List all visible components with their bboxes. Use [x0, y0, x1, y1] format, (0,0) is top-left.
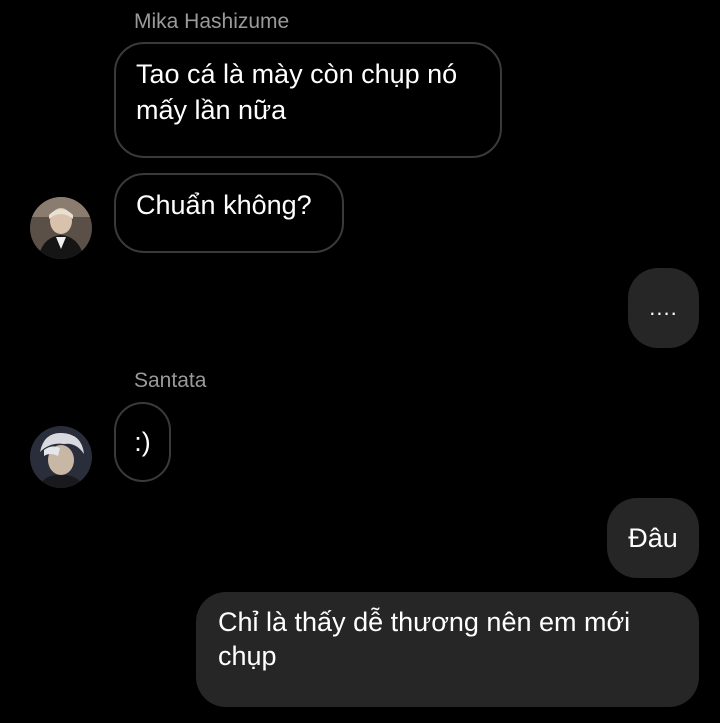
message-bubble-incoming[interactable]: :) [114, 402, 171, 482]
sender-name: Mika Hashizume [134, 10, 290, 33]
message-bubble-outgoing[interactable]: Đâu [607, 498, 699, 578]
message-text: Chỉ là thấy dễ thương nên em mới chụp [218, 607, 631, 671]
message-text: Tao cá là mày còn chụp nó mấy lần nữa [136, 59, 458, 125]
message-text: Đâu [628, 523, 678, 553]
message-text: Chuẩn không? [136, 190, 312, 220]
avatar-photo-icon [30, 197, 92, 259]
message-bubble-incoming[interactable]: Tao cá là mày còn chụp nó mấy lần nữa [114, 42, 502, 158]
message-text: :) [134, 427, 151, 457]
message-text: .... [649, 295, 678, 320]
sender-name: Santata [134, 369, 207, 392]
avatar-santata[interactable] [30, 426, 92, 488]
message-bubble-incoming[interactable]: Chuẩn không? [114, 173, 344, 253]
avatar-photo-icon [30, 426, 92, 488]
message-bubble-outgoing[interactable]: Chỉ là thấy dễ thương nên em mới chụp [196, 592, 699, 707]
avatar-mika-hashizume[interactable] [30, 197, 92, 259]
message-bubble-outgoing[interactable]: .... [628, 268, 699, 348]
